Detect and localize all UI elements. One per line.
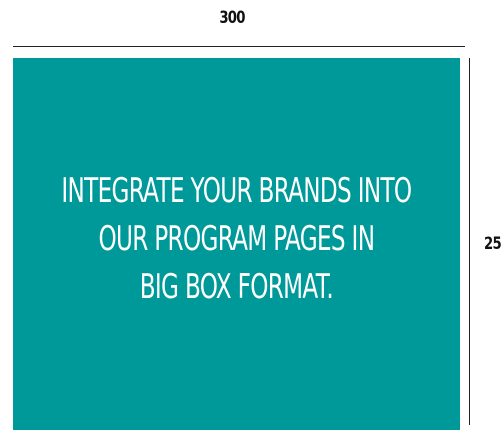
- height-dimension-line: [469, 58, 470, 425]
- ad-message-line-3: BIG BOX FORMAT.: [139, 267, 334, 307]
- ad-message-line-1: INTEGRATE YOUR BRANDS INTO: [61, 171, 412, 211]
- big-box-ad-placeholder: INTEGRATE YOUR BRANDS INTO OUR PROGRAM P…: [13, 58, 460, 430]
- width-dimension-label: 300: [219, 8, 245, 28]
- ad-message: INTEGRATE YOUR BRANDS INTO OUR PROGRAM P…: [61, 167, 412, 311]
- width-dimension-line: [13, 46, 465, 47]
- height-dimension-label: 25: [484, 234, 502, 254]
- ad-message-line-2: OUR PROGRAM PAGES IN: [98, 219, 376, 259]
